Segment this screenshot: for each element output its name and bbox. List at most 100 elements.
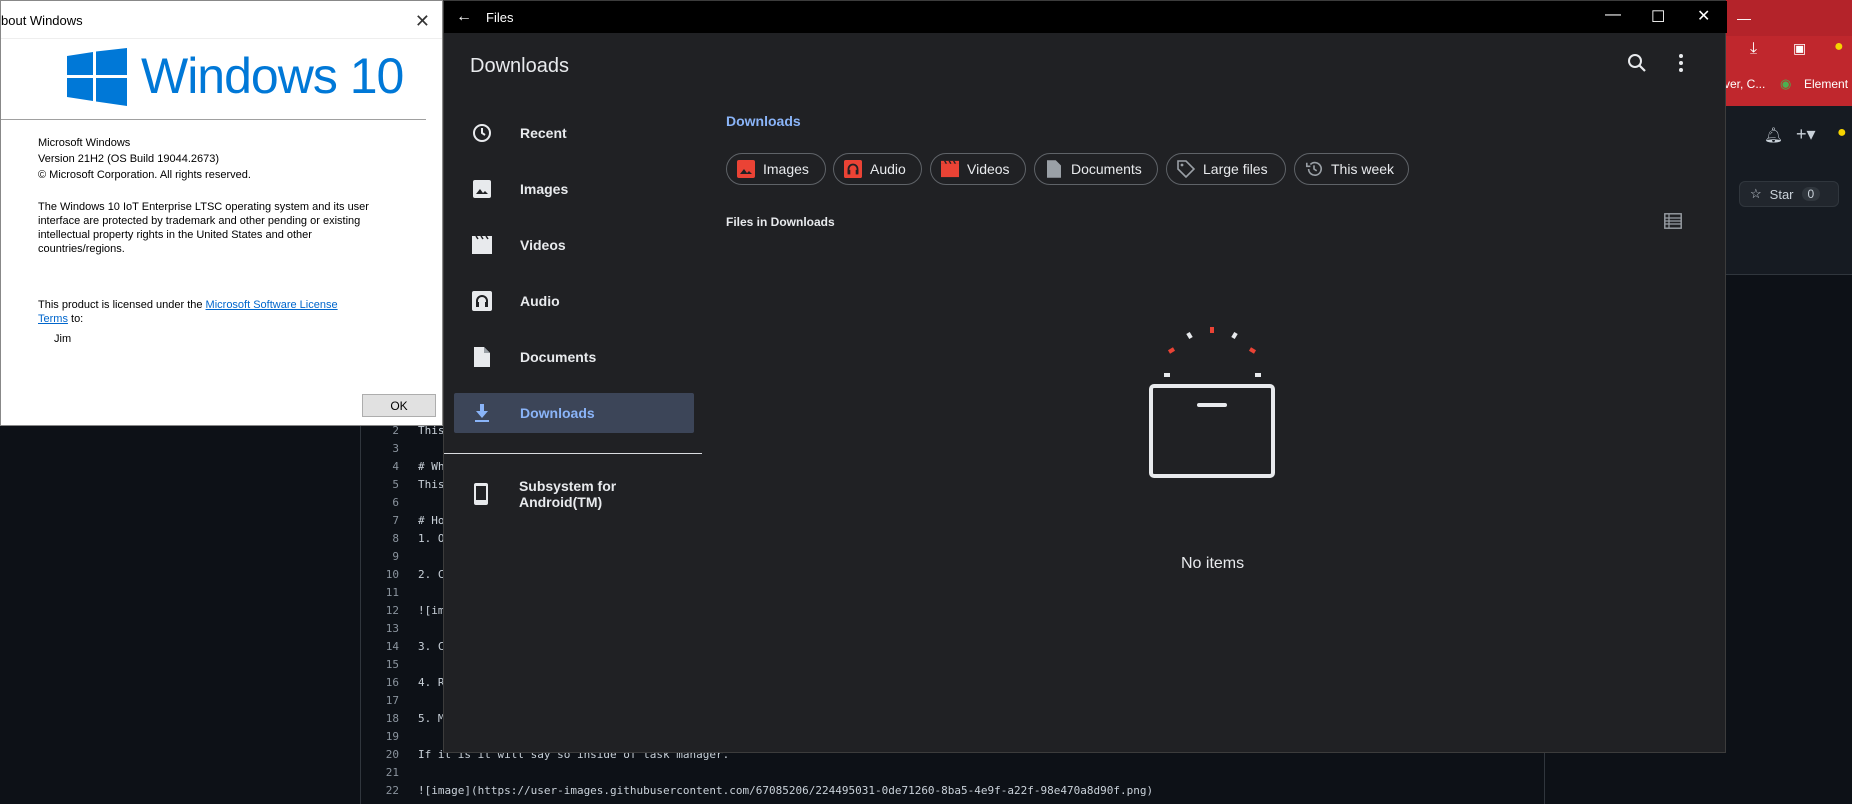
line-number: 17 bbox=[385, 694, 399, 707]
line-number: 11 bbox=[385, 586, 399, 599]
license-prefix: This product is licensed under the bbox=[38, 299, 206, 311]
description-line-4: countries/regions. bbox=[38, 243, 125, 255]
chip-large-files[interactable]: Large files bbox=[1166, 153, 1286, 185]
code-line: 21 bbox=[361, 766, 418, 784]
document-icon bbox=[471, 346, 493, 368]
line-number: 20 bbox=[385, 748, 399, 761]
chip-label: Large files bbox=[1203, 161, 1268, 177]
download-icon[interactable]: ⤓ bbox=[1750, 40, 1757, 58]
user-avatar[interactable]: ● bbox=[1837, 124, 1847, 142]
plus-icon[interactable]: +▾ bbox=[1796, 124, 1816, 145]
license-text-2: Terms to: bbox=[38, 312, 83, 326]
line-number: 3 bbox=[392, 442, 399, 455]
nav-label: Subsystem for Android(TM) bbox=[518, 478, 617, 510]
nav-item-recent[interactable]: Recent bbox=[454, 113, 694, 153]
star-count: 0 bbox=[1801, 187, 1821, 201]
nav-item-documents[interactable]: Documents bbox=[454, 337, 694, 377]
chip-label: Audio bbox=[870, 161, 906, 177]
nav-label: Videos bbox=[520, 237, 566, 253]
avatar-icon[interactable]: ● bbox=[1834, 38, 1844, 56]
star-button[interactable]: ☆ Star 0 bbox=[1739, 181, 1839, 207]
chip-videos[interactable]: Videos bbox=[930, 153, 1026, 185]
phone-icon bbox=[471, 483, 492, 505]
extension-icon[interactable]: ▣ bbox=[1793, 40, 1806, 57]
code-line: 9 bbox=[361, 550, 418, 568]
minimize-icon[interactable]: — bbox=[1737, 10, 1751, 26]
download-icon bbox=[471, 402, 493, 424]
code-text: 5. M bbox=[418, 712, 445, 725]
close-button[interactable]: ✕ bbox=[1697, 6, 1710, 26]
code-line: 15 bbox=[361, 658, 418, 676]
nav-label: Documents bbox=[520, 349, 597, 365]
code-line: 4 # Wh bbox=[361, 460, 445, 478]
empty-box-illustration bbox=[1149, 327, 1275, 478]
nav-label: Downloads bbox=[520, 405, 595, 421]
line-number: 22 bbox=[385, 784, 399, 797]
image-icon bbox=[471, 178, 493, 200]
licensee-name: Jim bbox=[54, 333, 72, 345]
close-icon[interactable]: ✕ bbox=[415, 11, 430, 32]
chip-label: This week bbox=[1331, 161, 1395, 177]
code-line: 13 bbox=[361, 622, 418, 640]
line-number: 16 bbox=[385, 676, 399, 689]
document-icon bbox=[1045, 160, 1063, 178]
line-number: 9 bbox=[392, 550, 399, 563]
back-arrow-icon[interactable]: ← bbox=[456, 8, 472, 26]
windows-wordmark: Windows 10 bbox=[141, 48, 404, 104]
bell-icon[interactable]: 🔔︎ bbox=[1764, 126, 1783, 144]
code-line: 8 1. O bbox=[361, 532, 445, 550]
chip-documents[interactable]: Documents bbox=[1034, 153, 1158, 185]
code-text: # Wh bbox=[418, 460, 445, 473]
element-icon: ◉ bbox=[1780, 76, 1792, 91]
chip-images[interactable]: Images bbox=[726, 153, 826, 185]
line-number: 18 bbox=[385, 712, 399, 725]
code-line: 2 This bbox=[361, 424, 444, 442]
code-line: 19 bbox=[361, 730, 418, 748]
line-number: 14 bbox=[385, 640, 399, 653]
nav-item-audio[interactable]: Audio bbox=[454, 281, 694, 321]
version-text: Version 21H2 (OS Build 19044.2673) bbox=[38, 153, 220, 165]
windows-logo-icon bbox=[67, 48, 127, 106]
empty-state-text: No items bbox=[1181, 555, 1245, 572]
line-number: 7 bbox=[392, 514, 399, 527]
code-line: 6 bbox=[361, 496, 418, 514]
code-text: 1. O bbox=[418, 532, 445, 545]
maximize-button[interactable]: ☐ bbox=[1651, 7, 1665, 27]
more-vert-icon[interactable] bbox=[1678, 53, 1684, 79]
code-line: 16 4. R bbox=[361, 676, 445, 694]
about-titlebar: bout Windows ✕ bbox=[1, 1, 442, 39]
ok-button[interactable]: OK bbox=[362, 394, 436, 417]
search-icon[interactable] bbox=[1627, 53, 1647, 79]
list-view-icon[interactable] bbox=[1664, 213, 1682, 234]
nav-item-videos[interactable]: Videos bbox=[454, 225, 694, 265]
description-line-1: The Windows 10 IoT Enterprise LTSC opera… bbox=[38, 201, 369, 213]
nav-item-images[interactable]: Images bbox=[454, 169, 694, 209]
nav-label: Recent bbox=[520, 125, 567, 141]
code-line: 22 ![image](https://user-images.githubuse… bbox=[361, 784, 1153, 802]
line-number: 5 bbox=[392, 478, 399, 491]
line-number: 19 bbox=[385, 730, 399, 743]
nav-item-android[interactable]: Subsystem for Android(TM) bbox=[454, 474, 694, 514]
minimize-button[interactable]: — bbox=[1605, 6, 1621, 24]
image-icon bbox=[737, 160, 755, 178]
divider bbox=[1, 119, 426, 120]
about-title: bout Windows bbox=[1, 13, 83, 28]
code-line: 10 2. C bbox=[361, 568, 445, 586]
line-number: 8 bbox=[392, 532, 399, 545]
license-suffix: to: bbox=[67, 313, 84, 325]
license-link[interactable]: Microsoft Software License bbox=[206, 299, 338, 311]
line-number: 10 bbox=[385, 568, 399, 581]
headphones-icon bbox=[471, 290, 493, 312]
code-text: 2. C bbox=[418, 568, 445, 581]
about-windows-dialog: bout Windows ✕ Windows 10 Microsoft Wind… bbox=[0, 0, 443, 426]
description-line-2: interface are protected by trademark and… bbox=[38, 215, 361, 227]
nav-item-downloads[interactable]: Downloads bbox=[454, 393, 694, 433]
bookmark-element[interactable]: Element bbox=[1804, 77, 1848, 91]
chip-label: Documents bbox=[1071, 161, 1142, 177]
bookmark-item[interactable]: ver, C... bbox=[1724, 77, 1765, 91]
breadcrumb[interactable]: Downloads bbox=[726, 113, 801, 129]
license-link-terms[interactable]: Terms bbox=[38, 313, 68, 325]
product-name: Microsoft Windows bbox=[38, 137, 131, 149]
chip-this-week[interactable]: This week bbox=[1294, 153, 1409, 185]
chip-audio[interactable]: Audio bbox=[833, 153, 922, 185]
